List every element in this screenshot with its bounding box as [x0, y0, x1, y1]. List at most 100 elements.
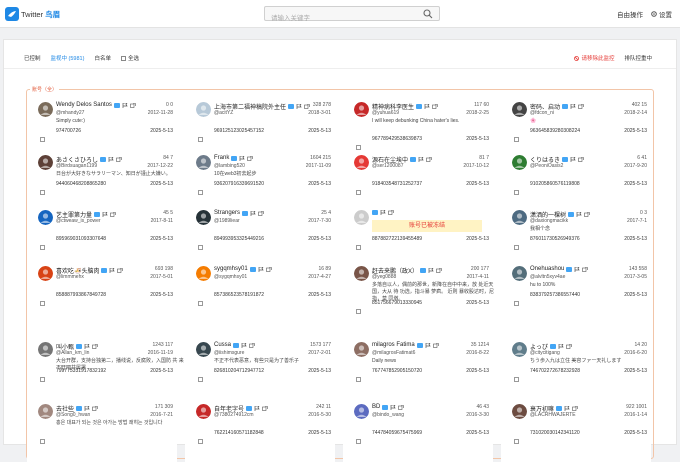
remove-monitor-button[interactable]: 请移除此监控: [574, 54, 614, 62]
account-card[interactable]: Strangers 25 4 @1989liear 2017-7-30 89499395…: [185, 208, 335, 268]
flag-icon[interactable]: [258, 266, 264, 272]
account-checkbox[interactable]: [198, 377, 203, 382]
account-card[interactable]: 衰万初嘛 922 1001 @LACRHWAJERTE 2016-1-14 731020…: [501, 402, 651, 462]
select-all[interactable]: 全选: [120, 54, 139, 62]
account-checkbox[interactable]: [514, 439, 519, 444]
flag-icon[interactable]: [84, 405, 90, 411]
external-link-icon[interactable]: [398, 404, 405, 410]
account-card[interactable]: Frank 1604 215 @lambing520 2017-11-09 10在web…: [185, 153, 335, 213]
flag-icon[interactable]: [250, 210, 256, 216]
account-card[interactable]: 叫小甄 1243 117 @Allan_km_lin 2016-11-19 大台开群，支…: [27, 340, 184, 400]
account-card[interactable]: Wendy Delos Santos 0 0 @mhandy27 2012-11-28…: [27, 100, 177, 160]
external-link-icon[interactable]: [388, 210, 394, 215]
flag-icon[interactable]: [574, 266, 581, 272]
flag-icon[interactable]: [84, 343, 90, 349]
account-card[interactable]: 喜欢吃🍜头脑肉 693 198 @limmmehx 2017-5-01 85888799…: [27, 264, 177, 324]
flag-icon[interactable]: [558, 343, 564, 349]
account-card[interactable]: Cussa 1573 177 @iishimsgure 2017-2-01 不正不代表恶…: [185, 340, 335, 400]
external-link-icon[interactable]: [265, 266, 272, 272]
flag-icon[interactable]: [254, 405, 260, 411]
external-link-icon[interactable]: [432, 342, 439, 348]
account-checkbox[interactable]: [40, 439, 45, 444]
external-link-icon[interactable]: [566, 344, 572, 349]
account-checkbox[interactable]: [514, 377, 519, 382]
account-card[interactable]: Onehuashou 143 558 @alvltn5xyv4ae 2017-3-05…: [501, 264, 651, 324]
account-card[interactable]: あさくさひろし 84 7 @Birdsuagan1199 2017-12-22 日台が大…: [27, 153, 177, 213]
flag-icon[interactable]: [428, 267, 434, 273]
external-link-icon[interactable]: [116, 157, 122, 162]
account-card[interactable]: 赶去来鹏（政X） 200 177 @yeg0888 2017-4-11 多落自以人，偶前…: [343, 264, 494, 324]
select-all-checkbox[interactable]: [120, 56, 126, 61]
account-checkbox[interactable]: [356, 145, 361, 150]
flag-icon[interactable]: [296, 103, 302, 109]
flag-icon[interactable]: [570, 156, 576, 162]
external-link-icon[interactable]: [110, 212, 116, 217]
flag-icon[interactable]: [424, 103, 430, 109]
account-checkbox[interactable]: [40, 377, 45, 382]
external-link-icon[interactable]: [582, 266, 589, 272]
tab-monitoring[interactable]: 监视中 (5981): [51, 54, 85, 62]
external-link-icon[interactable]: [432, 104, 438, 109]
external-link-icon[interactable]: [249, 342, 255, 348]
settings-button[interactable]: 设置: [651, 9, 672, 19]
account-checkbox[interactable]: [40, 301, 45, 306]
account-checkbox[interactable]: [198, 137, 203, 142]
account-checkbox[interactable]: [198, 190, 203, 195]
account-card[interactable]: 账号已被冻结 887882722139455489 2025-5-13: [343, 208, 493, 268]
external-link-icon[interactable]: [578, 104, 584, 109]
account-card[interactable]: sygqmhsy01 16 89 @sygqmhsy01 2017-4-27 85738…: [185, 264, 335, 324]
account-card[interactable]: 密码、启动 402 15 @fdcon_ni 2018-2-14 🌸 9636458392…: [501, 100, 651, 160]
account-checkbox[interactable]: [356, 377, 361, 382]
account-card[interactable]: milagros Fatima 35 1214 @milagrosFatimat6 2…: [343, 340, 493, 400]
external-link-icon[interactable]: [258, 210, 264, 216]
account-checkbox[interactable]: [514, 245, 519, 250]
flag-icon[interactable]: [564, 405, 570, 411]
account-checkbox[interactable]: [514, 137, 519, 142]
account-card[interactable]: 上海市第二福神稿院外主任 328 278 @acitYZ 2018-3-01 96912…: [185, 100, 335, 160]
sort-button[interactable]: 排队控重中: [624, 54, 652, 62]
flag-icon[interactable]: [576, 211, 582, 217]
external-link-icon[interactable]: [262, 406, 268, 411]
auto-operation-button[interactable]: 自由操作: [617, 9, 643, 19]
flag-icon[interactable]: [418, 156, 424, 162]
account-checkbox[interactable]: [356, 190, 361, 195]
account-checkbox[interactable]: [356, 439, 361, 444]
account-checkbox[interactable]: [40, 190, 45, 195]
account-checkbox[interactable]: [198, 301, 203, 306]
account-card[interactable]: 自年老字号 242 11 @7380274912cm 2016-5-30 7622141…: [185, 402, 335, 462]
account-card[interactable]: 去社些 171 309 @Song0_hwan 2016-7-21 홍은 대표가 되는 …: [27, 402, 177, 462]
search-icon[interactable]: [423, 9, 433, 19]
external-link-icon[interactable]: [578, 157, 584, 162]
account-checkbox[interactable]: [198, 439, 203, 444]
search-input[interactable]: [265, 12, 415, 25]
account-checkbox[interactable]: [514, 190, 519, 195]
external-link-icon[interactable]: [436, 268, 442, 273]
flag-icon[interactable]: [122, 102, 128, 108]
account-checkbox[interactable]: [356, 245, 361, 250]
external-link-icon[interactable]: [117, 268, 124, 273]
tab-controlled[interactable]: 已控制: [24, 54, 41, 62]
external-link-icon[interactable]: [92, 344, 98, 349]
external-link-icon[interactable]: [584, 212, 590, 217]
tab-whitelist[interactable]: 白名单: [94, 54, 111, 62]
account-checkbox[interactable]: [356, 309, 361, 314]
flag-icon[interactable]: [380, 209, 386, 215]
external-link-icon[interactable]: [247, 155, 254, 161]
account-card[interactable]: 精神病科李医生 117 60 @yuhua619 2018-2-25 I will ke…: [343, 100, 493, 160]
flag-icon[interactable]: [239, 155, 245, 161]
flag-icon[interactable]: [109, 267, 116, 273]
account-card[interactable]: 源石在尘埃中 81 7 @ser1200087 2017-10-12 918403548…: [343, 153, 493, 213]
account-card[interactable]: くりはるき 6 41 @PeoniOasis2 2017-9-20 9102058605…: [501, 153, 651, 213]
flag-icon[interactable]: [241, 342, 247, 348]
flag-icon[interactable]: [425, 342, 431, 348]
account-card[interactable]: よっぴ 14 20 @citycitigang 2016-6-20 ちう歩入九は立住 美…: [501, 340, 651, 400]
account-card[interactable]: 潇洒的一棵树 0 3 @daxiongmacikk 2017-7-1 我相个念 87601…: [501, 208, 651, 268]
external-link-icon[interactable]: [426, 157, 432, 162]
account-card[interactable]: BD 46 43 @bindo_wang 2016-3-30 7447840596754…: [343, 402, 493, 462]
external-link-icon[interactable]: [130, 102, 136, 108]
flag-icon[interactable]: [108, 156, 114, 162]
account-checkbox[interactable]: [40, 137, 45, 142]
external-link-icon[interactable]: [304, 104, 310, 109]
external-link-icon[interactable]: [92, 406, 98, 411]
external-link-icon[interactable]: [572, 406, 578, 411]
